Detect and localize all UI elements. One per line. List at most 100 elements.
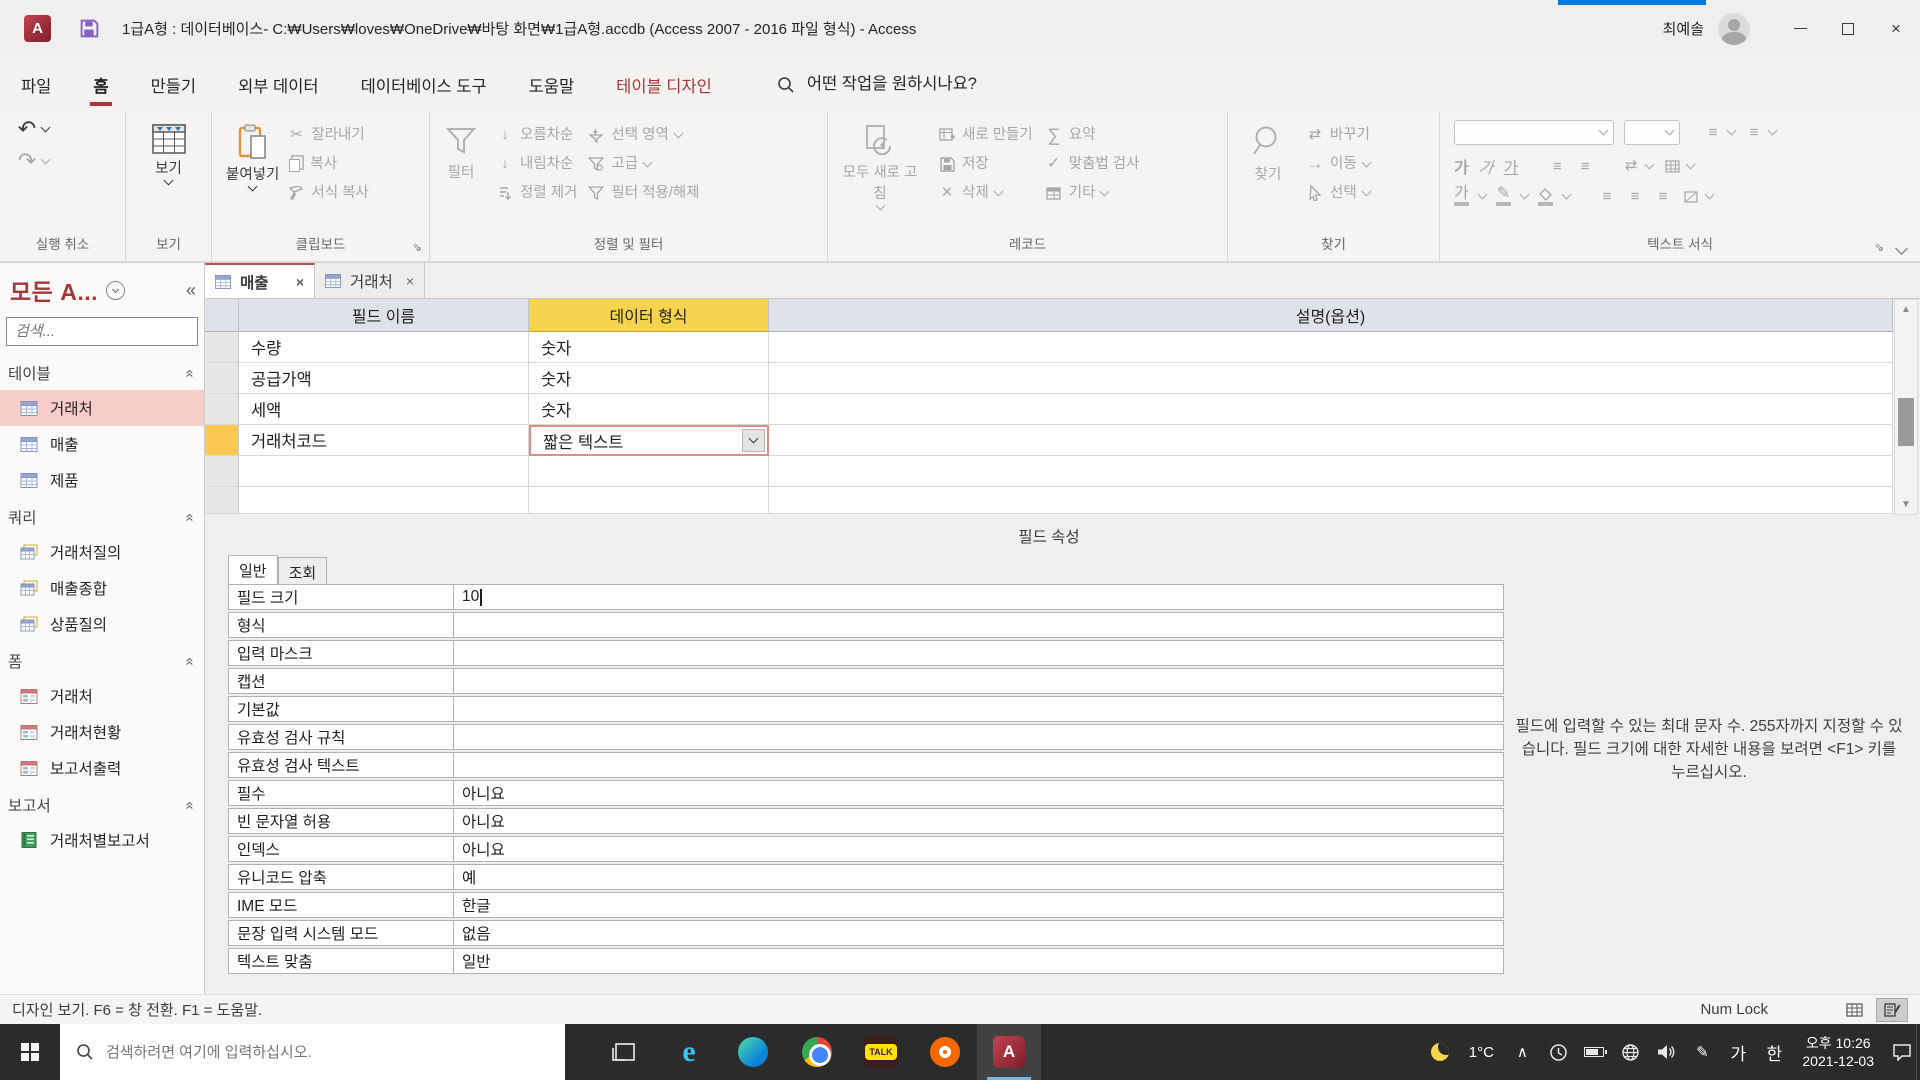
field-name-cell[interactable]: 수량 <box>239 332 529 363</box>
field-row-seaek[interactable]: 세액 숫자 <box>205 394 1893 425</box>
design-view-button[interactable] <box>1876 997 1908 1022</box>
weather-moon-icon[interactable] <box>1422 1024 1458 1080</box>
font-size-dropdown[interactable] <box>1624 120 1680 145</box>
property-row-caption[interactable]: 캡션 <box>228 668 1504 694</box>
property-row-field-size[interactable]: 필드 크기 10 <box>228 584 1504 610</box>
description-cell[interactable] <box>769 363 1893 394</box>
bullet-list-button[interactable]: ≡ <box>1704 124 1737 142</box>
nav-item-form-1[interactable]: 거래처 <box>0 678 204 714</box>
fill-color-button[interactable] <box>1538 187 1553 206</box>
copy-button[interactable]: 복사 <box>287 155 368 173</box>
cut-button[interactable]: ✂ 잘라내기 <box>287 126 368 144</box>
view-button[interactable]: 보기 <box>144 120 194 235</box>
tray-expand-chevron[interactable]: ∧ <box>1504 1024 1540 1080</box>
field-name-cell[interactable]: 세액 <box>239 394 529 425</box>
battery-icon[interactable] <box>1576 1024 1612 1080</box>
nav-group-reports[interactable]: 보고서 « <box>0 786 204 822</box>
align-left-button[interactable]: ≡ <box>1598 188 1616 205</box>
tab-table-design[interactable]: 테이블 디자인 <box>595 57 733 112</box>
minimize-button[interactable] <box>1776 0 1824 57</box>
close-tab-icon[interactable]: × <box>296 274 304 290</box>
data-type-cell-selected[interactable]: 짧은 텍스트 <box>529 425 769 456</box>
property-row-text-align[interactable]: 텍스트 맞춤 일반 <box>228 948 1504 974</box>
field-size-value[interactable]: 10 <box>462 588 479 606</box>
data-type-cell[interactable]: 숫자 <box>529 394 769 425</box>
tab-external-data[interactable]: 외부 데이터 <box>217 57 339 112</box>
access-taskbar-icon[interactable]: A <box>977 1024 1041 1080</box>
start-button[interactable] <box>0 1024 60 1080</box>
empty-field-row[interactable] <box>205 456 1893 487</box>
tab-home[interactable]: 홈 <box>72 57 129 112</box>
doc-tab-georaecheo[interactable]: 거래처 × <box>315 263 425 298</box>
redo-button[interactable]: ↷ <box>18 150 119 172</box>
nav-item-query-3[interactable]: 상품질의 <box>0 606 204 642</box>
taskbar-search-box[interactable] <box>60 1024 565 1080</box>
property-row-ime-mode[interactable]: IME 모드 한글 <box>228 892 1504 918</box>
row-selector[interactable] <box>205 332 239 363</box>
scroll-up-arrow[interactable]: ▲ <box>1895 300 1917 319</box>
scroll-down-arrow[interactable]: ▼ <box>1895 495 1917 514</box>
quick-save-icon[interactable] <box>79 18 100 39</box>
ime-korean-indicator[interactable]: 한 <box>1756 1024 1792 1080</box>
data-type-dropdown-button[interactable] <box>742 429 765 452</box>
cell-effect-button[interactable] <box>1682 189 1715 203</box>
signed-in-user[interactable]: 최예솔 <box>1663 18 1704 39</box>
data-type-cell[interactable]: 숫자 <box>529 363 769 394</box>
pen-icon[interactable]: ✎ <box>1684 1024 1720 1080</box>
row-selector[interactable] <box>205 456 239 487</box>
scrollbar-thumb[interactable] <box>1898 398 1914 446</box>
property-row-validation-text[interactable]: 유효성 검사 텍스트 <box>228 752 1504 778</box>
field-row-gonggeupgaaek[interactable]: 공급가액 숫자 <box>205 363 1893 394</box>
tell-me-search[interactable] <box>777 75 1067 94</box>
property-row-input-mask[interactable]: 입력 마스크 <box>228 640 1504 666</box>
row-selector[interactable] <box>205 363 239 394</box>
property-row-unicode-compression[interactable]: 유니코드 압축 예 <box>228 864 1504 890</box>
column-header-description[interactable]: 설명(옵션) <box>769 299 1893 332</box>
align-right-button[interactable]: ≡ <box>1654 188 1672 205</box>
bold-button[interactable]: 가 <box>1454 154 1469 178</box>
property-row-allow-zero-length[interactable]: 빈 문자열 허용 아니요 <box>228 808 1504 834</box>
doc-tab-maechul[interactable]: 매출 × <box>205 263 315 298</box>
italic-button[interactable]: 가 <box>1477 154 1495 178</box>
delete-record-button[interactable]: × 삭제 <box>938 183 1033 202</box>
nav-group-queries[interactable]: 쿼리 « <box>0 498 204 534</box>
nav-item-query-1[interactable]: 거래처질의 <box>0 534 204 570</box>
tell-me-search-input[interactable] <box>806 75 1067 94</box>
save-record-button[interactable]: 저장 <box>938 155 1033 173</box>
sort-ascending-button[interactable]: ↓ 오름차순 <box>496 126 577 144</box>
increase-indent-icon[interactable]: ≡ <box>1576 158 1594 175</box>
underline-button[interactable]: 가 <box>1503 154 1518 178</box>
nav-item-table-maechul[interactable]: 매출 <box>0 426 204 462</box>
taskbar-search-input[interactable] <box>106 1043 549 1061</box>
internet-explorer-icon[interactable]: e <box>657 1024 721 1080</box>
property-row-indexed[interactable]: 인덱스 아니요 <box>228 836 1504 862</box>
field-row-suryang[interactable]: 수량 숫자 <box>205 332 1893 363</box>
kakaotalk-icon[interactable]: TALK <box>849 1024 913 1080</box>
nav-item-query-2[interactable]: 매출종합 <box>0 570 204 606</box>
property-row-required[interactable]: 필수 아니요 <box>228 780 1504 806</box>
goto-button[interactable]: → 이동 <box>1306 155 1372 173</box>
network-globe-icon[interactable] <box>1612 1024 1648 1080</box>
action-center-icon[interactable] <box>1884 1024 1920 1080</box>
find-button[interactable]: 찾기 <box>1242 120 1294 235</box>
maximize-button[interactable] <box>1824 0 1872 57</box>
toggle-filter-button[interactable]: 필터 적용/해제 <box>587 184 700 202</box>
collapse-ribbon-button[interactable] <box>1895 240 1908 258</box>
nav-item-table-jepum[interactable]: 제품 <box>0 462 204 498</box>
decrease-indent-icon[interactable]: ≡ <box>1548 158 1566 175</box>
filter-selection-button[interactable]: 선택 영역 <box>587 126 699 144</box>
nav-group-forms[interactable]: 폼 « <box>0 642 204 678</box>
orange-app-icon[interactable] <box>913 1024 977 1080</box>
tab-file[interactable]: 파일 <box>0 57 72 112</box>
row-selector-current[interactable] <box>205 425 239 456</box>
design-grid-vertical-scrollbar[interactable]: ▲ ▼ <box>1894 299 1918 515</box>
font-name-dropdown[interactable] <box>1454 120 1614 145</box>
chrome-browser-icon[interactable] <box>785 1024 849 1080</box>
new-record-button[interactable]: 새로 만들기 <box>938 126 1033 144</box>
nav-pane-title[interactable]: 모든 A... <box>10 273 98 307</box>
remove-sort-button[interactable]: 정렬 제거 <box>496 184 577 202</box>
format-painter-button[interactable]: 서식 복사 <box>287 184 369 202</box>
field-name-cell[interactable]: 공급가액 <box>239 363 529 394</box>
close-tab-icon[interactable]: × <box>406 273 414 289</box>
sort-descending-button[interactable]: ↓ 내림차순 <box>496 155 577 173</box>
